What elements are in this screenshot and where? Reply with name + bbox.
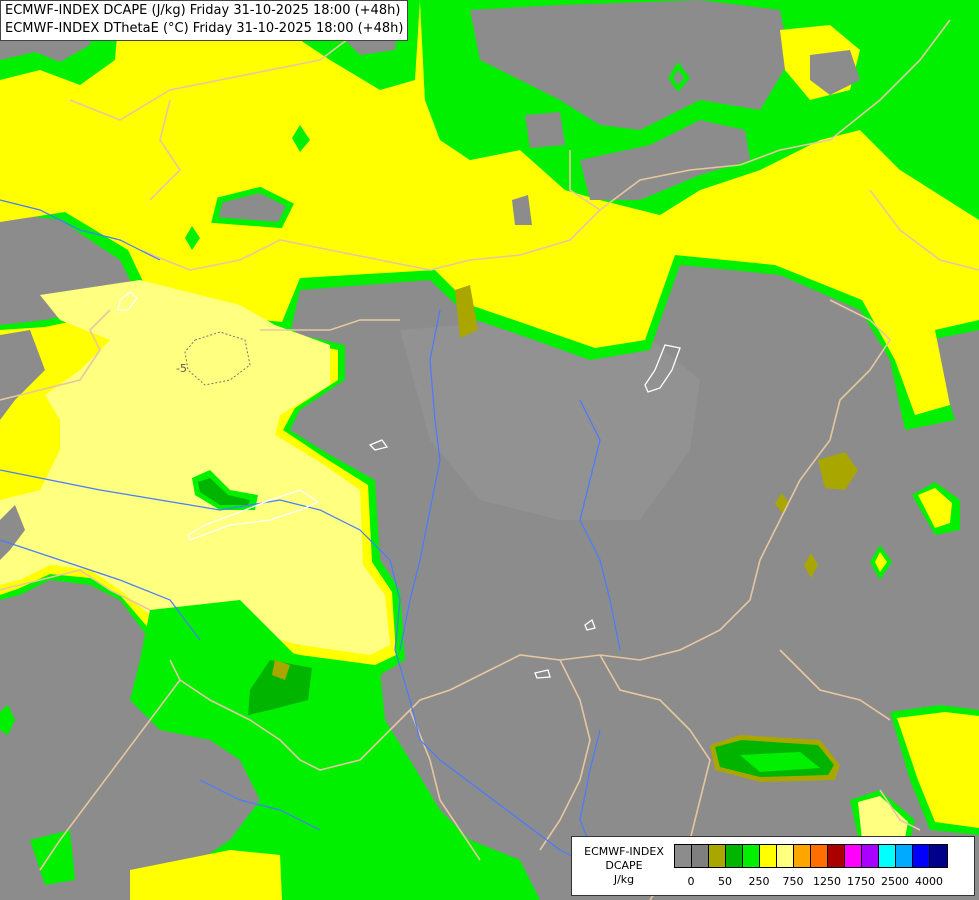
title-line-dcape: ECMWF-INDEX DCAPE (J/kg) Friday 31-10-20… [5, 3, 401, 18]
legend-tick-label: 2500 [881, 875, 909, 888]
legend-color-scale [674, 844, 948, 868]
legend-tick-labels: 0 50 250 750 1250 1750 2500 4000 [674, 875, 974, 889]
legend-tick-label: 750 [782, 875, 804, 888]
map-title-box: ECMWF-INDEX DCAPE (J/kg) Friday 31-10-20… [0, 0, 409, 41]
legend-swatch [913, 845, 930, 867]
thetae-contour-label: -5 [176, 362, 187, 375]
legend-swatch [896, 845, 913, 867]
weather-map: -5 [0, 0, 979, 900]
legend-swatch [862, 845, 879, 867]
legend-tick-label: 0 [687, 875, 695, 888]
legend-swatch [811, 845, 828, 867]
legend-swatch [709, 845, 726, 867]
legend-swatch [743, 845, 760, 867]
legend-title: ECMWF-INDEX DCAPE J/kg [576, 845, 672, 887]
legend-swatch [879, 845, 896, 867]
map-viewport: -5 ECMWF-INDEX DCAPE (J/kg) Friday 31-10… [0, 0, 979, 900]
legend-swatch [930, 845, 947, 867]
legend-swatch [726, 845, 743, 867]
color-legend: ECMWF-INDEX DCAPE J/kg 0 50 250 750 1250 1750… [571, 836, 975, 896]
legend-title-model: ECMWF-INDEX [584, 845, 664, 858]
legend-swatch [675, 845, 692, 867]
legend-swatch [777, 845, 794, 867]
title-line-dthetae: ECMWF-INDEX DThetaE (°C) Friday 31-10-20… [5, 21, 404, 36]
legend-tick-label: 1250 [813, 875, 841, 888]
legend-title-variable: DCAPE [605, 859, 643, 872]
legend-swatch [845, 845, 862, 867]
legend-unit: J/kg [613, 873, 635, 886]
legend-tick-label: 1750 [847, 875, 875, 888]
legend-swatch [794, 845, 811, 867]
legend-tick-label: 50 [718, 875, 732, 888]
legend-swatch [760, 845, 777, 867]
legend-swatch [828, 845, 845, 867]
legend-tick-label: 4000 [915, 875, 943, 888]
legend-tick-label: 250 [748, 875, 770, 888]
legend-swatch [692, 845, 709, 867]
grey-hole-mid [525, 112, 565, 148]
